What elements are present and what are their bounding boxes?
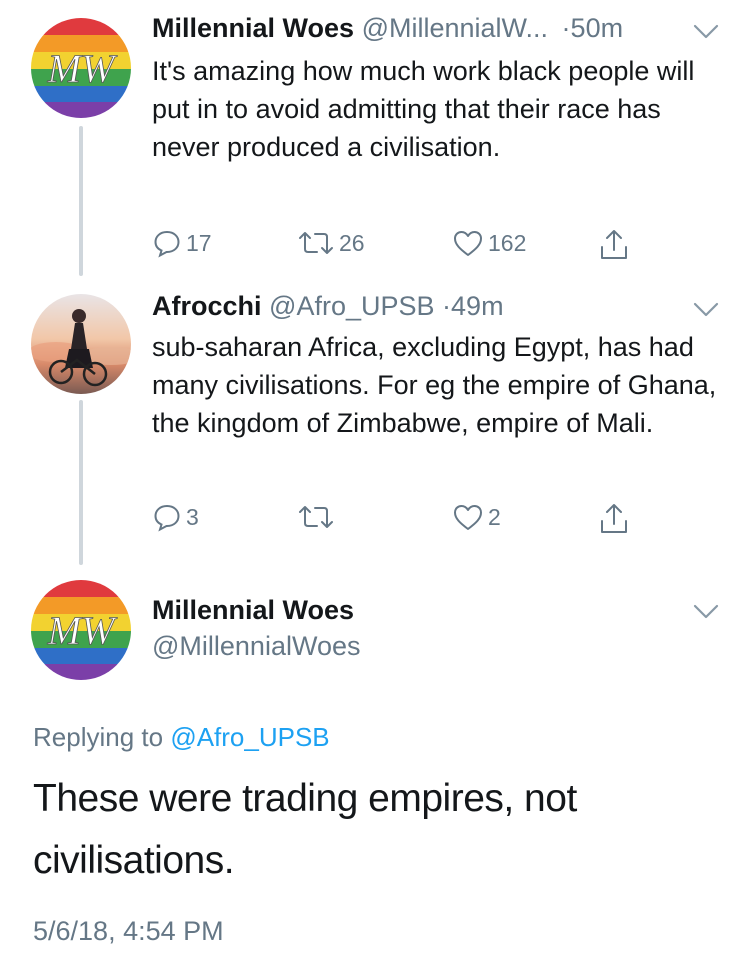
tweet-time[interactable]: 49m	[451, 291, 504, 321]
thread-line	[79, 126, 83, 276]
like-button[interactable]: 2	[452, 502, 501, 532]
share-button[interactable]	[598, 228, 634, 262]
retweet-button[interactable]	[297, 502, 339, 532]
share-icon	[601, 504, 627, 533]
like-icon	[454, 505, 482, 530]
tweet-time[interactable]: 50m	[571, 13, 624, 43]
separator-dot: ·	[442, 291, 452, 321]
reply-icon	[154, 504, 180, 532]
like-icon	[454, 231, 482, 256]
tweet-text: It's amazing how much work black people …	[152, 56, 695, 162]
reply-icon	[154, 230, 180, 258]
avatar[interactable]: MW	[31, 580, 131, 680]
tweet-text: sub-saharan Africa, excluding Egypt, has…	[152, 332, 717, 438]
thread-line	[79, 400, 83, 565]
chevron-down-icon[interactable]	[693, 24, 719, 45]
like-count: 162	[488, 229, 527, 256]
display-name[interactable]: Afrocchi	[152, 291, 262, 321]
retweet-icon	[299, 232, 333, 254]
reply-count: 17	[186, 229, 212, 256]
avatar[interactable]	[31, 294, 131, 394]
reply-count: 3	[186, 503, 199, 530]
tweet-1[interactable]: MW Millennial Woes @MillennialW... ·50m …	[0, 0, 749, 280]
tweet-actions: 3 2	[152, 502, 652, 536]
chevron-down-icon[interactable]	[693, 302, 719, 323]
tweet-header: Millennial Woes @MillennialW... ·50m	[152, 13, 623, 44]
reply-button[interactable]: 17	[152, 228, 212, 258]
user-handle[interactable]: @Afro_UPSB	[269, 291, 434, 321]
like-count: 2	[488, 503, 501, 530]
like-button[interactable]: 162	[452, 228, 526, 258]
reply-button[interactable]: 3	[152, 502, 199, 532]
user-handle[interactable]: @MillennialW...	[362, 13, 548, 43]
avatar-monogram: MW	[47, 608, 118, 653]
replying-to-label: Replying to	[33, 722, 164, 752]
retweet-icon	[299, 506, 333, 528]
focused-tweet: MW Millennial Woes @MillennialWoes Reply…	[0, 570, 749, 965]
chevron-down-icon[interactable]	[693, 604, 719, 625]
replying-to: Replying to @Afro_UPSB	[33, 722, 330, 753]
display-name[interactable]: Millennial Woes	[152, 13, 354, 43]
share-icon	[601, 230, 627, 259]
separator-dot: ·	[561, 13, 571, 43]
replying-to-handle[interactable]: @Afro_UPSB	[170, 722, 329, 752]
tweet-text: These were trading empires, not civilisa…	[33, 777, 577, 882]
share-button[interactable]	[598, 502, 634, 536]
tweet-actions: 17 26 162	[152, 228, 652, 262]
avatar-monogram: MW	[47, 46, 118, 91]
retweet-button[interactable]: 26	[297, 228, 365, 258]
tweet-2[interactable]: Afrocchi @Afro_UPSB ·49m sub-saharan Afr…	[0, 280, 749, 570]
display-name[interactable]: Millennial Woes	[152, 595, 354, 626]
avatar[interactable]: MW	[31, 18, 131, 118]
timestamp[interactable]: 5/6/18, 4:54 PM	[33, 916, 224, 947]
tweet-header: Afrocchi @Afro_UPSB ·49m	[152, 291, 504, 322]
retweet-count: 26	[339, 229, 365, 256]
user-handle[interactable]: @MillennialWoes	[152, 631, 361, 662]
